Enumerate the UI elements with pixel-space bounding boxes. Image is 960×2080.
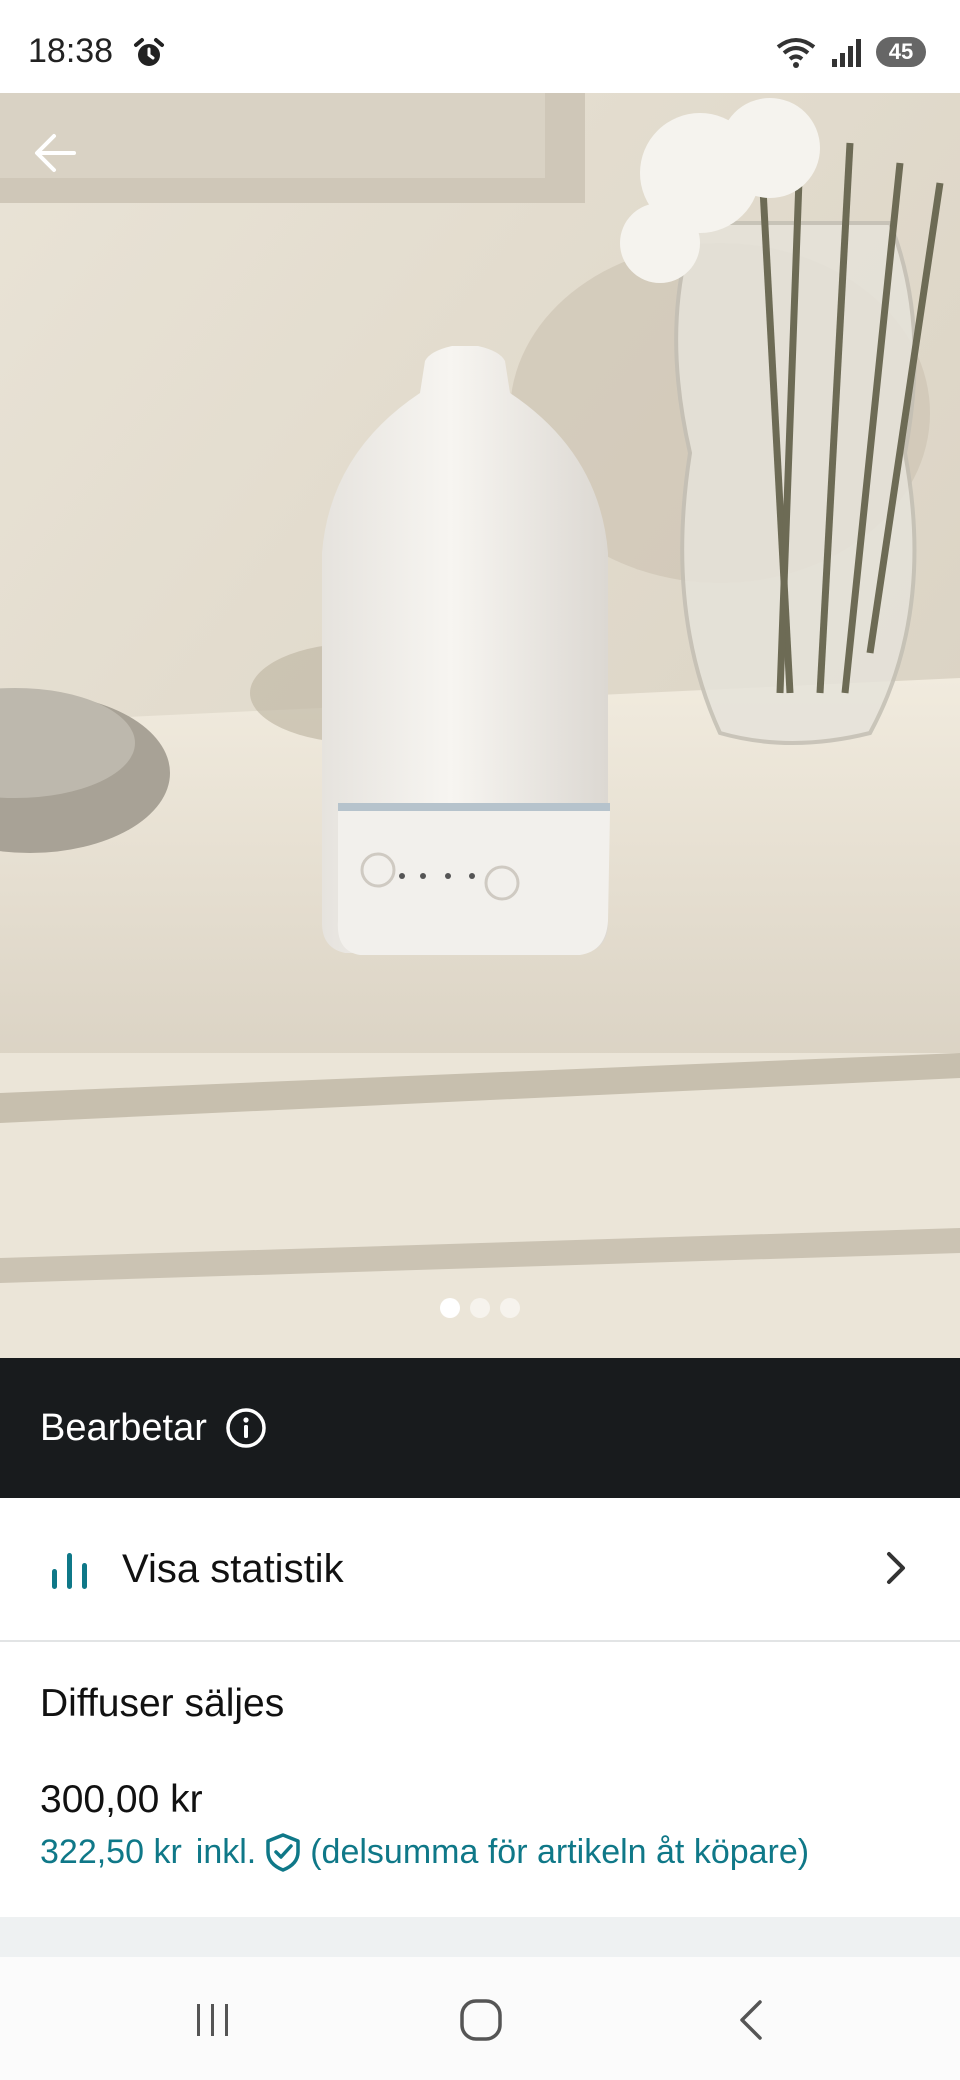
item-title: Diffuser säljes <box>40 1682 285 1725</box>
nav-back-button[interactable] <box>711 1985 791 2055</box>
buyer-price-incl: inkl. <box>195 1832 257 1871</box>
photo-dot-3[interactable] <box>500 1298 520 1318</box>
status-bar: 18:38 45 <box>0 0 960 93</box>
recents-icon <box>197 2004 228 2036</box>
view-statistics-label: Visa statistik <box>122 1546 344 1591</box>
bar-chart-icon <box>52 1553 87 1589</box>
wifi-icon <box>776 38 816 68</box>
photo-pagination <box>0 1298 960 1318</box>
diffuser-photo-image <box>0 93 960 1358</box>
signal-icon <box>832 39 861 67</box>
section-separator <box>0 1917 960 1957</box>
alarm-clock-icon <box>134 38 164 66</box>
listing-status-banner: Bearbetar <box>0 1358 960 1498</box>
buyer-price-note: (delsumma för artikeln åt köpare) <box>310 1832 810 1871</box>
system-navigation-bar <box>0 1957 960 2080</box>
arrow-left-icon <box>35 134 76 172</box>
info-circle-icon[interactable] <box>225 1407 267 1449</box>
item-price: 300,00 kr <box>40 1778 203 1821</box>
photo-dot-2[interactable] <box>470 1298 490 1318</box>
home-icon <box>460 1999 502 2041</box>
photo-dot-1[interactable] <box>440 1298 460 1318</box>
status-indicators: 45 <box>776 34 926 70</box>
chevron-right-icon <box>887 1552 905 1584</box>
buyer-price-row[interactable]: 322,50 kr inkl. (delsumma för artikeln å… <box>40 1832 809 1872</box>
buyer-price: 322,50 kr <box>40 1832 182 1871</box>
status-label: Bearbetar <box>40 1406 207 1449</box>
view-statistics-row[interactable]: Visa statistik <box>0 1498 960 1642</box>
nav-recents-button[interactable] <box>173 1985 253 2055</box>
shield-check-icon <box>266 1833 300 1872</box>
nav-back-icon <box>740 2000 762 2040</box>
battery-indicator: 45 <box>876 37 926 67</box>
nav-home-button[interactable] <box>441 1985 521 2055</box>
back-button[interactable] <box>20 118 90 188</box>
status-time: 18:38 <box>28 32 114 70</box>
listing-photo[interactable] <box>0 93 960 1358</box>
